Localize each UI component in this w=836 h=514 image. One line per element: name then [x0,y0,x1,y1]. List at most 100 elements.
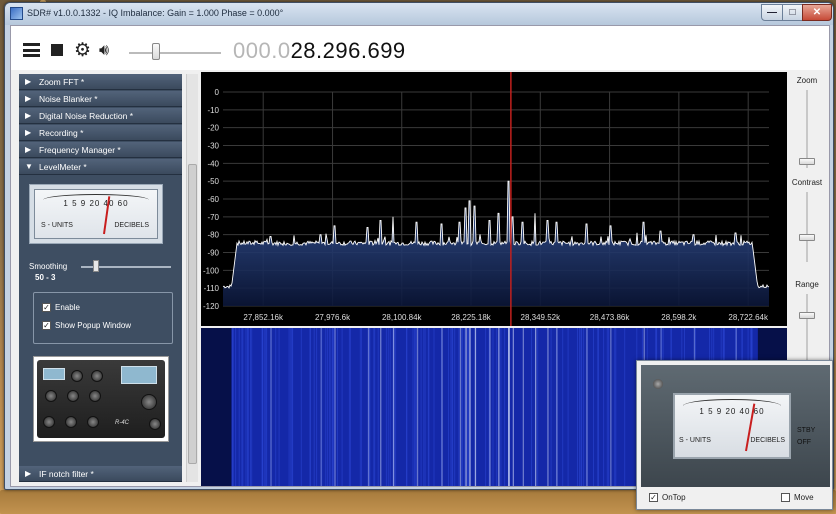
zoom-slider-thumb[interactable] [799,158,815,165]
waterfall-signal [522,328,524,486]
frequency-digits[interactable]: 28.296.699 [291,38,406,63]
waterfall-streak [275,328,277,486]
x-tick-label: 28,100.84k [382,313,423,322]
waterfall-streak [406,328,407,486]
enable-checkbox[interactable]: ✓ Enable [42,303,80,313]
panel-frequency-manager[interactable]: ▶ Frequency Manager * [19,142,182,158]
waterfall-streak [468,328,469,486]
panel-noise-blanker[interactable]: ▶ Noise Blanker * [19,91,182,107]
waterfall-streak [238,328,240,486]
panel-label: Zoom FFT * [39,77,85,87]
waterfall-streak [492,328,494,486]
waterfall-streak [389,328,391,486]
volume-slider[interactable] [129,52,221,54]
radio-picture: R-4C [33,356,169,442]
volume-slider-thumb[interactable] [152,43,160,60]
y-tick-label: -100 [203,266,220,275]
checkbox-check-icon[interactable]: ✓ [42,303,51,313]
panel-levelmeter[interactable]: ▼ LevelMeter * [19,159,182,175]
waterfall-streak [420,328,422,486]
zoom-slider[interactable] [806,90,808,168]
waterfall-streak [500,328,502,486]
radio-knob [43,416,55,428]
maximize-button[interactable]: □ [782,4,803,21]
show-popup-checkbox[interactable]: ✓ Show Popup Window [42,321,131,331]
expand-arrow-icon: ▶ [25,111,32,120]
scrollbar-thumb[interactable] [188,164,197,464]
stby-label: STBY [797,427,816,434]
waterfall-signal [334,328,336,486]
contrast-slider[interactable] [806,192,808,262]
gear-icon[interactable]: ⚙ [74,41,91,60]
waterfall-signal [489,328,491,486]
title-bar[interactable]: SDR# v1.0.0.1332 - IQ Imbalance: Gain = … [5,3,833,25]
expand-arrow-icon: ▶ [25,469,32,478]
radio-knob [67,390,79,402]
waterfall-signal [459,328,462,486]
contrast-slider-thumb[interactable] [799,234,815,241]
y-tick-label: -20 [207,124,219,133]
y-tick-label: -60 [207,195,219,204]
waterfall-streak [373,328,375,486]
radio-meter-dial [43,368,65,380]
hamburger-menu-icon[interactable] [23,43,40,57]
waterfall-streak [385,328,387,486]
waterfall-streak [359,328,361,486]
waterfall-signal [270,328,272,486]
checkbox-empty-icon[interactable] [781,493,790,503]
side-panel-scrollbar[interactable] [186,74,198,482]
range-slider[interactable] [806,294,808,364]
speaker-icon[interactable]: 🔊︎ [99,42,109,59]
levelmeter-popup-window[interactable]: 1 5 9 20 40 60 S - UNITS DECIBELS STBY O… [636,360,833,510]
waterfall-streak [263,328,265,486]
x-tick-label: 28,722.64k [728,313,769,322]
minimize-button[interactable]: — [761,4,783,21]
popup-s-units-label: S - UNITS [679,437,711,444]
waterfall-streak [531,328,532,486]
waterfall-streak [266,328,268,486]
waterfall-signal [586,328,588,486]
close-button[interactable]: ✕ [802,4,832,21]
panel-label: LevelMeter * [39,162,87,172]
waterfall-streak [614,328,616,486]
waterfall-streak [300,328,302,486]
display-controls: Zoom Contrast Range [787,72,829,372]
waterfall-streak [550,328,552,486]
panel-if-notch-filter[interactable]: ▶ IF notch filter * [19,466,182,482]
waterfall-streak [579,328,580,486]
frequency-display[interactable]: 000.028.296.699 [233,38,406,64]
smoothing-slider-thumb[interactable] [93,260,99,272]
waterfall-streak [247,328,248,486]
waterfall-streak [348,328,350,486]
checkbox-check-icon[interactable]: ✓ [649,493,658,503]
waterfall-streak [461,328,463,486]
x-tick-label: 27,976.6k [315,313,351,322]
x-tick-label: 28,349.52k [521,313,562,322]
waterfall-streak [414,328,416,486]
waterfall-signal [474,328,477,486]
side-panel: ▶ Zoom FFT * ▶ Noise Blanker * ▶ Digital No… [19,74,182,482]
waterfall-streak [504,328,506,486]
panel-zoom-fft[interactable]: ▶ Zoom FFT * [19,74,182,90]
waterfall-streak [580,328,582,486]
radio-knob [87,416,99,428]
waterfall-signal [367,328,370,486]
move-checkbox[interactable]: Move [781,493,814,503]
y-tick-label: -90 [207,249,219,258]
frequency-leading-digits[interactable]: 000.0 [233,38,291,63]
waterfall-streak [374,328,376,486]
waterfall-streak [349,328,351,486]
waterfall-streak [450,328,452,486]
spectrum-analyzer[interactable]: 0 -10 -20 -30 -40 -50 -60 -70 -80 -90 -100 -110 -120… [201,72,787,326]
waterfall-streak [424,328,426,486]
ontop-checkbox[interactable]: ✓ OnTop [649,493,686,503]
waterfall-streak [583,328,585,486]
checkbox-check-icon[interactable]: ✓ [42,321,51,331]
stop-icon[interactable] [51,44,63,56]
waterfall-streak [265,328,267,486]
x-tick-label: 28,598.2k [661,313,697,322]
spectrum-chart[interactable]: 0 -10 -20 -30 -40 -50 -60 -70 -80 -90 -100 -110 -120… [201,72,787,326]
panel-recording[interactable]: ▶ Recording * [19,125,182,141]
panel-digital-noise-reduction[interactable]: ▶ Digital Noise Reduction * [19,108,182,124]
range-slider-thumb[interactable] [799,312,815,319]
